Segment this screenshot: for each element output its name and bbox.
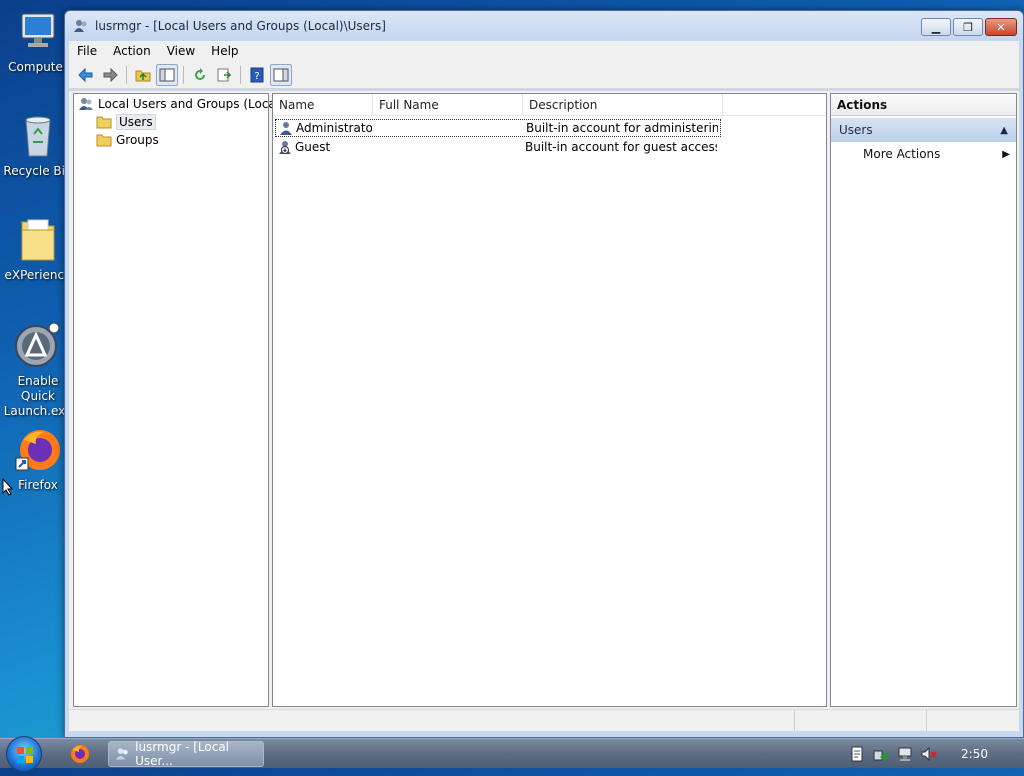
- launcher-icon: [14, 322, 62, 370]
- computer-icon: [14, 8, 62, 56]
- table-row[interactable]: Guest Built-in account for guest access …: [273, 137, 826, 156]
- firefox-icon: [14, 426, 62, 474]
- forward-button[interactable]: [99, 64, 121, 86]
- folder-icon: [96, 114, 112, 130]
- toolbar-separator: [183, 65, 184, 84]
- list-header: Name Full Name Description: [273, 94, 826, 116]
- title-bar[interactable]: lusrmgr - [Local Users and Groups (Local…: [65, 11, 1023, 41]
- refresh-icon: [195, 67, 205, 80]
- tree-item-users[interactable]: Users: [74, 113, 268, 131]
- toolbar-separator: [240, 65, 241, 84]
- show-hide-console-tree-button[interactable]: [156, 63, 178, 86]
- security-check-icon[interactable]: [873, 746, 890, 762]
- status-segment: [69, 710, 795, 731]
- help-button[interactable]: ?: [246, 64, 268, 86]
- up-one-level-button[interactable]: [132, 64, 154, 86]
- volume-muted-icon[interactable]: [921, 746, 937, 762]
- row-name-cell: Guest: [275, 139, 371, 155]
- users-app-icon: [73, 18, 89, 34]
- recycle-bin-icon: [14, 112, 62, 160]
- export-list-button[interactable]: [213, 64, 235, 86]
- console-tree: Local Users and Groups (Local) Users Gro…: [73, 93, 284, 707]
- tree-item-groups[interactable]: Groups: [74, 131, 268, 149]
- folder-icon: [96, 132, 112, 148]
- close-icon: ✕: [996, 20, 1006, 34]
- svg-text:?: ?: [254, 71, 259, 82]
- taskbar-task-lusrmgr[interactable]: lusrmgr - [Local User...: [108, 740, 264, 768]
- toolbar: ?: [69, 61, 1019, 89]
- tree-item-root[interactable]: Local Users and Groups (Local): [74, 95, 284, 113]
- status-segment: [927, 710, 1013, 731]
- content-area: Local Users and Groups (Local) Users Gro…: [69, 91, 1019, 709]
- action-pane-icon: [273, 68, 289, 81]
- tree-item-label: Users: [116, 114, 156, 130]
- console-tree-icon: [159, 68, 175, 81]
- folder-up-icon: [135, 70, 151, 81]
- menu-file[interactable]: File: [69, 44, 105, 58]
- column-header-full-name[interactable]: Full Name: [373, 94, 523, 116]
- users-app-icon: [115, 748, 128, 760]
- minimize-icon: ▁: [931, 20, 941, 34]
- network-icon[interactable]: [897, 746, 913, 762]
- export-list-icon: [217, 68, 232, 81]
- table-row[interactable]: Administrator Built-in account for admin…: [273, 118, 826, 137]
- help-icon: ?: [250, 67, 264, 82]
- firefox-icon: [71, 745, 89, 763]
- maximize-button[interactable]: ❐: [953, 18, 983, 36]
- column-header-name[interactable]: Name: [273, 94, 373, 116]
- show-hide-action-pane-button[interactable]: [270, 63, 292, 86]
- actions-group-users[interactable]: Users ▲: [831, 118, 1016, 142]
- submenu-arrow-icon: ▶: [1002, 148, 1010, 160]
- lusrmgr-window: lusrmgr - [Local Users and Groups (Local…: [64, 10, 1024, 738]
- refresh-button[interactable]: [189, 64, 211, 86]
- window-title: lusrmgr - [Local Users and Groups (Local…: [95, 19, 386, 33]
- menu-bar: File Action View Help: [69, 41, 1019, 61]
- document-tray-icon[interactable]: [849, 746, 865, 762]
- taskbar: lusrmgr - [Local User... 2:50: [0, 736, 1024, 772]
- taskbar-firefox-button[interactable]: [70, 744, 90, 764]
- restore-icon: ❐: [963, 20, 973, 34]
- actions-group-label: Users: [839, 123, 873, 137]
- more-actions-item[interactable]: More Actions ▶: [831, 142, 1016, 166]
- back-arrow-icon: [78, 67, 93, 82]
- row-name-cell: Administrator: [276, 120, 372, 136]
- user-description: Built-in account for guest access t...: [525, 139, 717, 154]
- more-actions-label: More Actions: [863, 147, 941, 161]
- actions-header: Actions: [831, 94, 1016, 116]
- status-segment: [795, 710, 927, 731]
- forward-arrow-icon: [103, 67, 118, 82]
- user-disabled-icon: [277, 139, 293, 155]
- toolbar-separator: [126, 65, 127, 84]
- tree-root-label: Local Users and Groups (Local): [98, 97, 284, 111]
- menu-help[interactable]: Help: [203, 44, 246, 58]
- users-groups-icon: [78, 96, 94, 112]
- status-bar: [69, 709, 1019, 731]
- system-tray: 2:50: [849, 739, 1024, 769]
- mouse-cursor-icon: [2, 477, 14, 499]
- close-button[interactable]: ✕: [985, 18, 1017, 36]
- collapse-arrow-icon: ▲: [1000, 124, 1008, 136]
- task-label: lusrmgr - [Local User...: [135, 740, 230, 768]
- user-name: Guest: [295, 139, 331, 154]
- actions-pane: Actions Users ▲ More Actions ▶: [830, 93, 1017, 707]
- clock[interactable]: 2:50: [961, 747, 988, 761]
- menu-action[interactable]: Action: [105, 44, 159, 58]
- column-header-description[interactable]: Description: [523, 94, 723, 116]
- user-name: Administrator: [296, 120, 372, 135]
- users-list: Name Full Name Description Administrator…: [272, 93, 827, 707]
- user-description: Built-in account for administering...: [526, 120, 718, 135]
- user-icon: [278, 120, 294, 136]
- folder-icon: [14, 216, 62, 264]
- start-button[interactable]: [6, 736, 42, 772]
- back-button[interactable]: [75, 64, 97, 86]
- tree-item-label: Groups: [116, 133, 159, 147]
- minimize-button[interactable]: ▁: [921, 18, 951, 36]
- menu-view[interactable]: View: [159, 44, 203, 58]
